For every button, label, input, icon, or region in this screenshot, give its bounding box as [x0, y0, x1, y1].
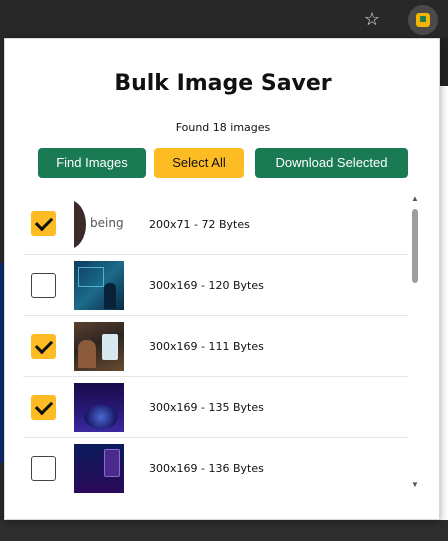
image-thumbnail — [74, 322, 124, 371]
image-count: Found 18 images — [175, 121, 271, 134]
download-selected-button[interactable]: Download Selected — [255, 148, 408, 178]
image-row[interactable]: 300x169 - 136 Bytes — [23, 438, 408, 494]
image-thumbnail — [74, 261, 124, 310]
scroll-down-arrow-icon[interactable]: ▼ — [410, 480, 420, 490]
thumbnail-text: being — [90, 216, 124, 230]
image-thumbnail — [74, 444, 124, 493]
image-checkbox[interactable] — [31, 334, 56, 359]
image-row[interactable]: being 200x71 - 72 Bytes — [23, 194, 408, 255]
browser-toolbar: ☆ — [0, 0, 448, 38]
image-thumbnail — [74, 383, 124, 432]
image-size-label: 200x71 - 72 Bytes — [149, 218, 250, 231]
image-thumbnail: being — [74, 200, 124, 249]
background-page-bottom — [0, 520, 448, 541]
select-all-button[interactable]: Select All — [154, 148, 244, 178]
scroll-up-arrow-icon[interactable]: ▲ — [410, 194, 420, 204]
image-size-label: 300x169 - 135 Bytes — [149, 401, 264, 414]
image-row[interactable]: 300x169 - 135 Bytes — [23, 377, 408, 438]
image-row[interactable]: 300x169 - 120 Bytes — [23, 255, 408, 316]
image-row[interactable]: 300x169 - 111 Bytes — [23, 316, 408, 377]
image-checkbox[interactable] — [31, 273, 56, 298]
image-checkbox[interactable] — [31, 395, 56, 420]
scrollbar-thumb[interactable] — [412, 209, 418, 283]
image-size-label: 300x169 - 136 Bytes — [149, 462, 264, 475]
extension-icon — [416, 13, 430, 27]
find-images-button[interactable]: Find Images — [38, 148, 146, 178]
popup-title: Bulk Image Saver — [114, 71, 332, 96]
extension-popup: Bulk Image Saver Found 18 images Find Im… — [4, 38, 440, 520]
image-size-label: 300x169 - 120 Bytes — [149, 279, 264, 292]
image-checkbox[interactable] — [31, 456, 56, 481]
image-checkbox[interactable] — [31, 211, 56, 236]
background-page-right — [440, 38, 448, 541]
image-size-label: 300x169 - 111 Bytes — [149, 340, 264, 353]
extension-button[interactable] — [408, 5, 438, 35]
image-list: being 200x71 - 72 Bytes 300x169 - 120 By… — [23, 194, 408, 494]
star-icon[interactable]: ☆ — [362, 9, 382, 29]
